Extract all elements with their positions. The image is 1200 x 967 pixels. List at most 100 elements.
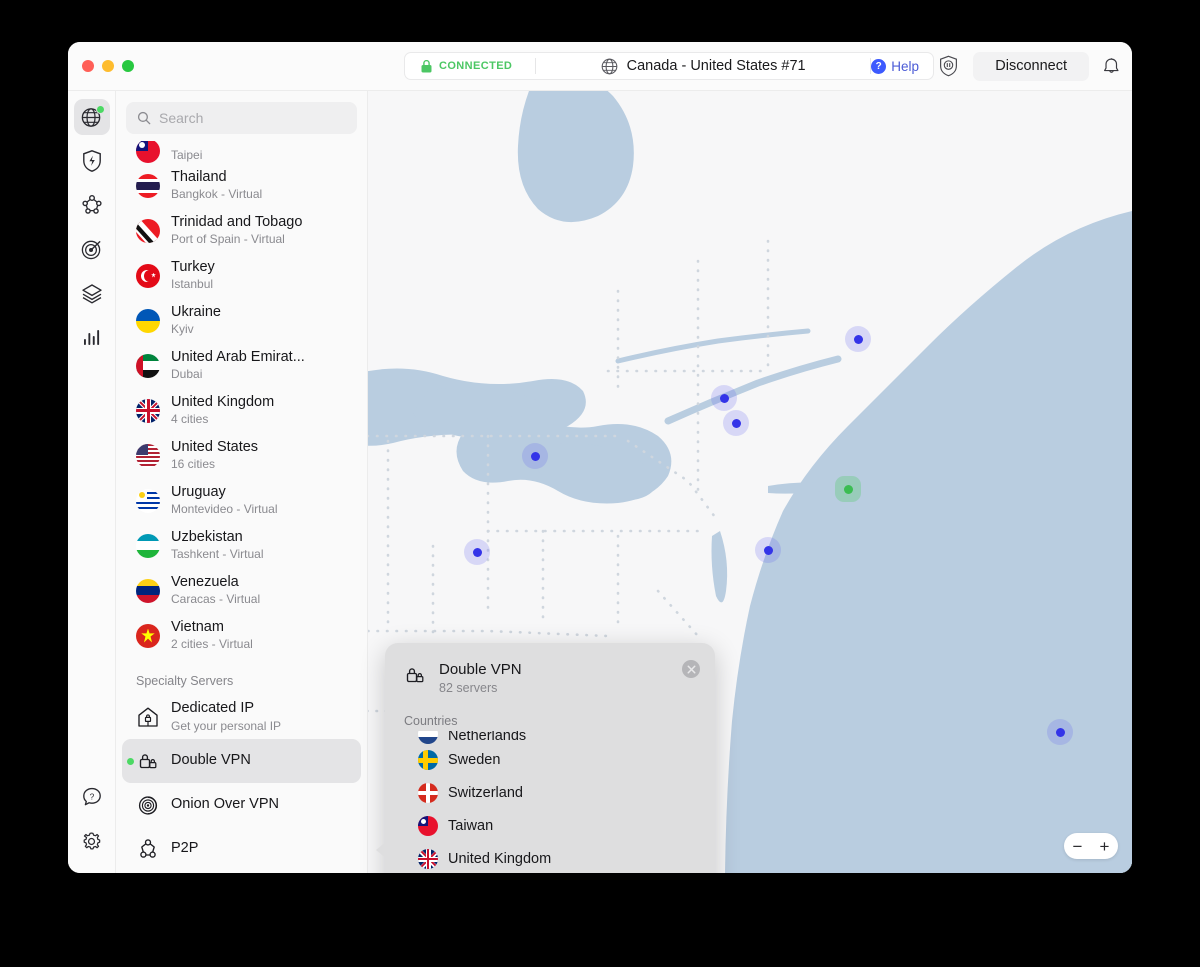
rail-item-file-storage[interactable] — [74, 275, 110, 311]
popup-list-item-taiwan[interactable]: Taiwan — [410, 810, 700, 843]
popup-title: Double VPN — [439, 661, 522, 678]
list-item-name: Uzbekistan — [171, 528, 243, 545]
zoom-window-button[interactable] — [122, 60, 134, 72]
flag-ch — [418, 783, 438, 804]
server-marker[interactable] — [723, 410, 749, 436]
server-marker[interactable] — [755, 537, 781, 563]
rail-item-meshnet[interactable] — [74, 187, 110, 223]
rail-item-help[interactable]: ? — [74, 779, 110, 815]
list-item-turkey[interactable]: Turkey Istanbul — [122, 253, 361, 298]
country-scroll-list[interactable]: Taipei Thailand Bangkok - Virtual Trinid… — [116, 140, 367, 873]
popup-close-button[interactable] — [682, 660, 700, 678]
list-item-sub: 4 cities — [171, 412, 209, 427]
dartboard-icon — [81, 240, 101, 259]
list-item-united-states[interactable]: United States 16 cities — [122, 433, 361, 478]
popup-list-item[interactable]: Netherlands — [410, 730, 700, 744]
list-item-united-arab-emirates[interactable]: United Arab Emirat... Dubai — [122, 343, 361, 388]
question-mark-icon: ? — [871, 58, 887, 74]
help-link[interactable]: ? Help — [871, 53, 923, 79]
popup-list-item-name: Switzerland — [448, 785, 523, 802]
specialty-item-dedicated-ip[interactable]: Dedicated IP Get your personal IP — [122, 695, 361, 739]
rail-item-dark-web-monitor[interactable] — [74, 231, 110, 267]
list-item-name: Turkey — [171, 258, 215, 275]
popup-country-list[interactable]: Netherlands Sweden Switzerland Taiwan Un… — [400, 730, 700, 873]
server-marker[interactable] — [522, 443, 548, 469]
server-marker[interactable] — [1047, 719, 1073, 745]
popup-list-item-name: Taiwan — [448, 818, 494, 835]
connected-server-marker[interactable] — [835, 476, 861, 502]
map-zoom-in-button[interactable]: + — [1091, 833, 1118, 859]
list-item-trinidad-and-tobago[interactable]: Trinidad and Tobago Port of Spain - Virt… — [122, 208, 361, 253]
server-name-label: Canada - United States #71 — [626, 58, 806, 74]
list-item-thailand[interactable]: Thailand Bangkok - Virtual — [122, 163, 361, 208]
specialty-item-p2p[interactable]: P2P — [122, 827, 361, 871]
marker-dot — [763, 545, 773, 555]
list-item-uzbekistan[interactable]: Uzbekistan Tashkent - Virtual — [122, 523, 361, 568]
list-item-text: United States 16 cities — [171, 439, 258, 473]
specialty-item-double-vpn[interactable]: Double VPN — [122, 739, 361, 783]
list-item-vietnam[interactable]: Vietnam 2 cities - Virtual — [122, 613, 361, 658]
popup-list-item-switzerland[interactable]: Switzerland — [410, 777, 700, 810]
flag-tt — [136, 218, 160, 243]
list-item-sub: Dubai — [171, 367, 203, 382]
list-item-text: United Kingdom 4 cities — [171, 394, 274, 428]
list-item-venezuela[interactable]: Venezuela Caracas - Virtual — [122, 568, 361, 613]
list-item-text: Ukraine Kyiv — [171, 304, 221, 338]
server-marker[interactable] — [711, 385, 737, 411]
popup-list-item-name: Netherlands — [448, 730, 527, 744]
double-lock-icon — [406, 668, 424, 683]
current-server[interactable]: Canada - United States #71 — [536, 53, 870, 79]
flag-tr — [136, 263, 160, 288]
rail-item-settings[interactable] — [74, 823, 110, 859]
bar-chart-icon — [83, 330, 99, 345]
rail-item-activity[interactable] — [74, 319, 110, 355]
popup-list-item-sweden[interactable]: Sweden — [410, 744, 700, 777]
list-item-sub: Istanbul — [171, 277, 214, 292]
popup-header: Double VPN 82 servers — [400, 658, 700, 697]
minimize-window-button[interactable] — [102, 60, 114, 72]
search-input[interactable] — [159, 110, 346, 126]
list-item-sub: Bangkok - Virtual — [171, 187, 263, 202]
flag-ve — [136, 578, 160, 603]
specialty-item-name: Dedicated IP — [171, 700, 255, 717]
list-item-name: Venezuela — [171, 573, 239, 590]
rail-item-countries[interactable] — [73, 99, 110, 135]
map-zoom-controls: − + — [1064, 833, 1118, 859]
rail-item-threat-protection[interactable] — [74, 143, 110, 179]
specialty-item-onion-over-vpn[interactable]: Onion Over VPN — [122, 783, 361, 827]
specialty-item-name: Onion Over VPN — [171, 796, 279, 813]
flag-vn — [136, 623, 160, 648]
list-item-sub: Taipei — [171, 147, 203, 162]
title-bar: CONNECTED Canada - United States #71 ? H… — [68, 42, 1132, 91]
notifications-button[interactable] — [1103, 57, 1120, 76]
list-item-name: United Arab Emirat... — [171, 348, 305, 365]
popup-list-item-united-kingdom[interactable]: United Kingdom — [410, 843, 700, 873]
server-marker[interactable] — [845, 326, 871, 352]
map-zoom-out-button[interactable]: − — [1064, 833, 1091, 859]
marker-dot — [472, 547, 482, 557]
list-item-ukraine[interactable]: Ukraine Kyiv — [122, 298, 361, 343]
list-item-united-kingdom[interactable]: United Kingdom 4 cities — [122, 388, 361, 433]
list-item-uruguay[interactable]: Uruguay Montevideo - Virtual — [122, 478, 361, 523]
list-item-text: Uruguay Montevideo - Virtual — [171, 484, 278, 518]
marker-dot — [731, 418, 741, 428]
flag-th — [136, 173, 160, 198]
list-item[interactable]: Taipei — [122, 141, 361, 163]
list-item-text: Vietnam 2 cities - Virtual — [171, 619, 253, 653]
disconnect-button[interactable]: Disconnect — [973, 51, 1089, 81]
lock-icon — [421, 59, 432, 72]
search-icon — [137, 111, 151, 125]
pause-protection-button[interactable] — [938, 55, 959, 77]
titlebar-actions: Disconnect — [938, 51, 1120, 81]
server-marker[interactable] — [464, 539, 490, 565]
list-item-text: Taipei — [171, 147, 202, 163]
help-bubble-icon: ? — [82, 787, 101, 806]
search-field[interactable] — [126, 102, 357, 134]
marker-dot — [719, 393, 729, 403]
navigation-rail: ? — [68, 91, 116, 873]
list-item-text: Uzbekistan Tashkent - Virtual — [171, 529, 264, 563]
onion-icon — [138, 796, 158, 815]
close-window-button[interactable] — [82, 60, 94, 72]
flag-tw — [136, 141, 160, 163]
gear-icon — [83, 831, 101, 849]
